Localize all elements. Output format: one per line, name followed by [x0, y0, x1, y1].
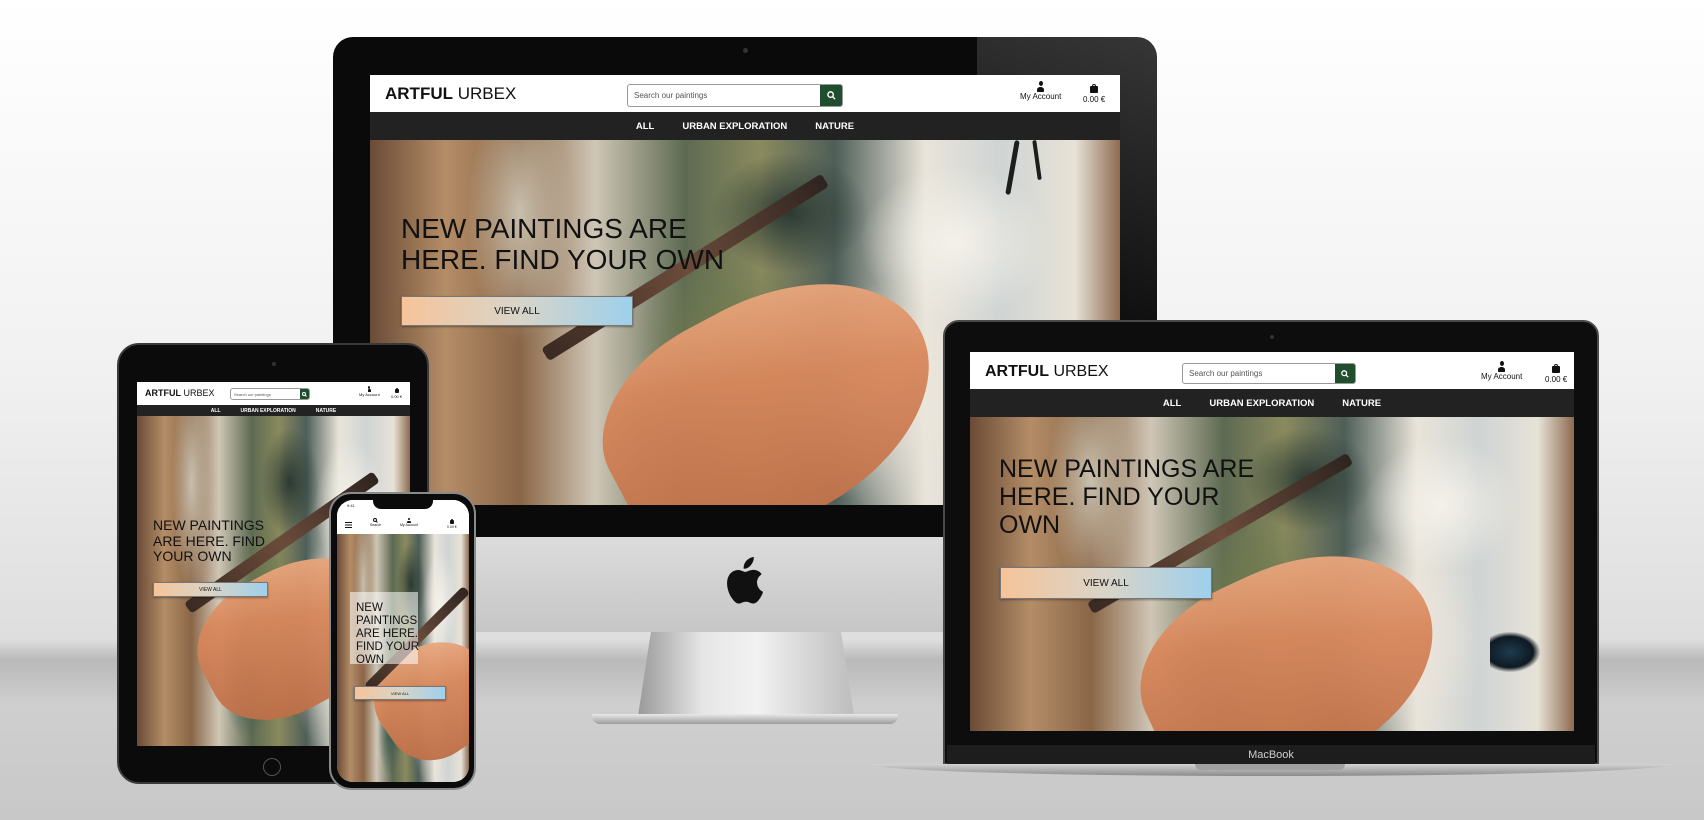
account-label: My Account [1481, 372, 1523, 381]
site-header: ARTFUL URBEX Search our paintings My Acc… [137, 382, 410, 405]
bag-total: 0.00 € [391, 394, 403, 399]
imac-stand [638, 632, 854, 716]
my-account-link[interactable]: My Account [1020, 81, 1061, 101]
bag-total: 0.00 € [1545, 375, 1568, 384]
hero-title: NEW PAINTINGS ARE HERE. FIND YOUR OWN [356, 602, 420, 666]
shopping-bag-link[interactable]: 0.00 € [1083, 83, 1105, 104]
my-account-link[interactable]: My Account [1481, 361, 1522, 381]
my-account-link[interactable]: My Account [359, 386, 380, 397]
hero-title: NEW PAINTINGS ARE HERE. FIND YOUR OWN [999, 455, 1255, 539]
bag-total: 0.00 € [1083, 95, 1106, 104]
nav-item-urban-exploration[interactable]: URBAN EXPLORATION [241, 408, 296, 414]
shopping-bag-link[interactable]: 0.00 € [447, 518, 457, 529]
nav-item-all[interactable]: ALL [1163, 398, 1181, 409]
search-label: Search [370, 523, 382, 527]
site-header: ARTFUL URBEX Search our paintings My Acc… [370, 75, 1120, 112]
account-label: My Account [400, 523, 419, 527]
view-all-button[interactable]: VIEW ALL [401, 296, 633, 326]
main-nav: ALL URBAN EXPLORATION NATURE [137, 405, 410, 416]
nav-item-urban-exploration[interactable]: URBAN EXPLORATION [1209, 398, 1314, 409]
mobile-search-link[interactable]: Search [370, 518, 381, 527]
nav-item-nature[interactable]: NATURE [815, 121, 854, 132]
hero-image: NEW PAINTINGS ARE HERE. FIND YOUR OWN VI… [970, 417, 1574, 731]
site-logo[interactable]: ARTFUL URBEX [385, 84, 516, 104]
apple-logo-icon [727, 557, 764, 604]
search-button[interactable] [300, 389, 309, 399]
user-icon [367, 386, 372, 392]
macbook-notch-groove [1195, 764, 1345, 770]
view-all-button[interactable]: VIEW ALL [354, 686, 446, 700]
nav-item-all[interactable]: ALL [211, 408, 221, 414]
my-account-link[interactable]: My Account [400, 518, 418, 527]
macbook-bezel-bottom: MacBook [947, 745, 1595, 764]
search-input[interactable]: Search our paintings [1183, 369, 1335, 378]
home-button [263, 758, 281, 776]
shopping-bag-icon [1090, 83, 1099, 93]
user-icon [1497, 361, 1507, 372]
search-form: Search our paintings [627, 84, 843, 107]
hero-title: NEW PAINTINGS ARE HERE. FIND YOUR OWN [153, 517, 266, 565]
status-time: 9:41 [347, 503, 355, 508]
hero-title: NEW PAINTINGS ARE HERE. FIND YOUR OWN [401, 213, 725, 276]
shopping-bag-link[interactable]: 0.00 € [391, 387, 402, 399]
shopping-bag-icon [394, 387, 399, 393]
nav-item-nature[interactable]: NATURE [1342, 398, 1381, 409]
search-icon [826, 91, 836, 100]
shopping-bag-icon [449, 518, 454, 524]
bag-total: 0.00 € [447, 525, 457, 529]
shopping-bag-icon [1552, 363, 1561, 373]
camera [743, 48, 748, 53]
main-nav: ALL URBAN EXPLORATION NATURE [970, 389, 1574, 417]
ipad-camera [272, 362, 276, 366]
macbook-label: MacBook [1248, 749, 1294, 761]
hero-image: NEW PAINTINGS ARE HERE. FIND YOUR OWN VI… [337, 534, 469, 782]
macbook-screen: ARTFUL URBEX Search our paintings My Acc… [970, 352, 1574, 731]
macbook-camera [1270, 335, 1274, 339]
account-label: My Account [1020, 92, 1062, 101]
shopping-bag-link[interactable]: 0.00 € [1545, 363, 1567, 384]
site-header: ARTFUL URBEX Search our paintings My Acc… [970, 352, 1574, 389]
site-logo[interactable]: ARTFUL URBEX [985, 363, 1109, 381]
site-logo[interactable]: ARTFUL URBEX [145, 388, 215, 398]
nav-item-urban-exploration[interactable]: URBAN EXPLORATION [682, 121, 787, 132]
search-form: Search our paintings [1182, 363, 1356, 384]
view-all-button[interactable]: VIEW ALL [1000, 567, 1212, 599]
search-icon [1341, 369, 1349, 378]
nav-item-nature[interactable]: NATURE [316, 408, 336, 414]
search-icon [302, 391, 307, 397]
nav-item-all[interactable]: ALL [636, 121, 654, 132]
search-input[interactable]: Search our paintings [628, 91, 820, 100]
search-button[interactable] [1335, 364, 1355, 383]
view-all-button[interactable]: VIEW ALL [153, 582, 268, 597]
user-icon [1036, 81, 1046, 92]
search-input[interactable]: Search our paintings [231, 392, 300, 397]
account-label: My Account [359, 392, 380, 397]
imac-stand-base [592, 714, 898, 724]
search-form: Search our paintings [230, 388, 310, 400]
hamburger-icon[interactable] [345, 522, 352, 528]
iphone-screen: 9:41 Search My Account 0.00 € NEW PAINTI… [337, 500, 469, 782]
user-icon [407, 518, 412, 523]
search-button[interactable] [820, 85, 842, 106]
butterfly [1490, 632, 1540, 672]
notch [373, 500, 433, 509]
main-nav: ALL URBAN EXPLORATION NATURE [370, 112, 1120, 140]
